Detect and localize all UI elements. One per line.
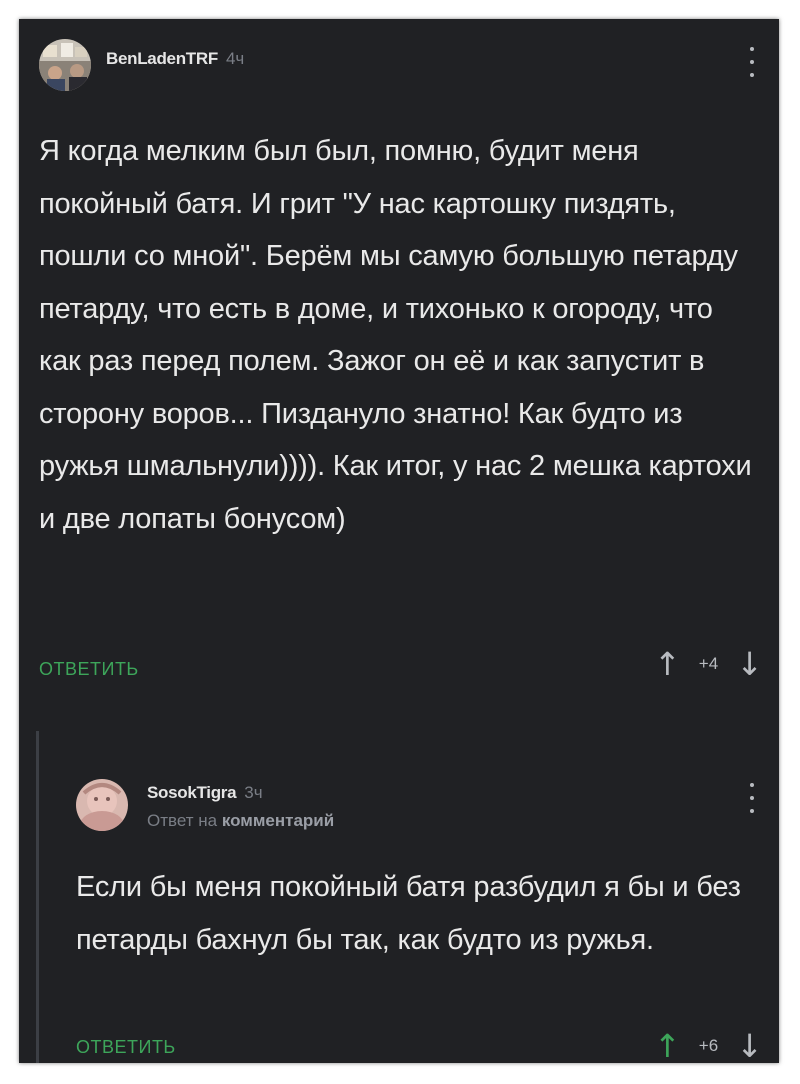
- comment-time: 3ч: [244, 783, 263, 802]
- vote-controls: ↑ +6 ↓: [654, 1029, 763, 1063]
- reply-button[interactable]: ОТВЕТИТЬ: [76, 1037, 176, 1058]
- more-options-icon[interactable]: [747, 783, 757, 813]
- username-text[interactable]: BenLadenTRF: [106, 49, 218, 68]
- reply-button[interactable]: ОТВЕТИТЬ: [39, 659, 139, 680]
- comment-username[interactable]: SosokTigra 3ч: [147, 783, 263, 803]
- comments-panel: BenLadenTRF 4ч Я когда мелким был был, по…: [19, 19, 779, 1063]
- comment: BenLadenTRF 4ч Я когда мелким был был, по…: [19, 19, 779, 709]
- comment-text: Если бы меня покойный батя разбудил я бы…: [76, 871, 741, 956]
- arrow-up-icon[interactable]: ↑: [654, 1029, 681, 1063]
- username-text[interactable]: SosokTigra: [147, 783, 237, 802]
- comment-score: +4: [698, 654, 719, 673]
- comment-time: 4ч: [225, 49, 245, 68]
- vote-controls: ↑ +4 ↓: [654, 647, 763, 681]
- reply-to-prefix: Ответ на: [147, 811, 218, 830]
- comment-username[interactable]: BenLadenTRF 4ч: [106, 49, 244, 69]
- arrow-up-icon[interactable]: ↑: [654, 647, 681, 681]
- comment-text: Я когда мелким был был, помню, будит мен…: [39, 135, 752, 535]
- comment-reply: SosokTigra 3ч Ответ на комментарий Если б…: [19, 731, 779, 1063]
- reply-to-link[interactable]: комментарий: [222, 811, 334, 830]
- arrow-down-icon[interactable]: ↓: [736, 1029, 763, 1063]
- reply-to-label: Ответ на комментарий: [147, 811, 334, 831]
- avatar[interactable]: [76, 779, 128, 831]
- more-options-icon[interactable]: [747, 47, 757, 77]
- comment-score: +6: [698, 1036, 719, 1055]
- avatar[interactable]: [39, 39, 91, 91]
- arrow-down-icon[interactable]: ↓: [736, 647, 763, 681]
